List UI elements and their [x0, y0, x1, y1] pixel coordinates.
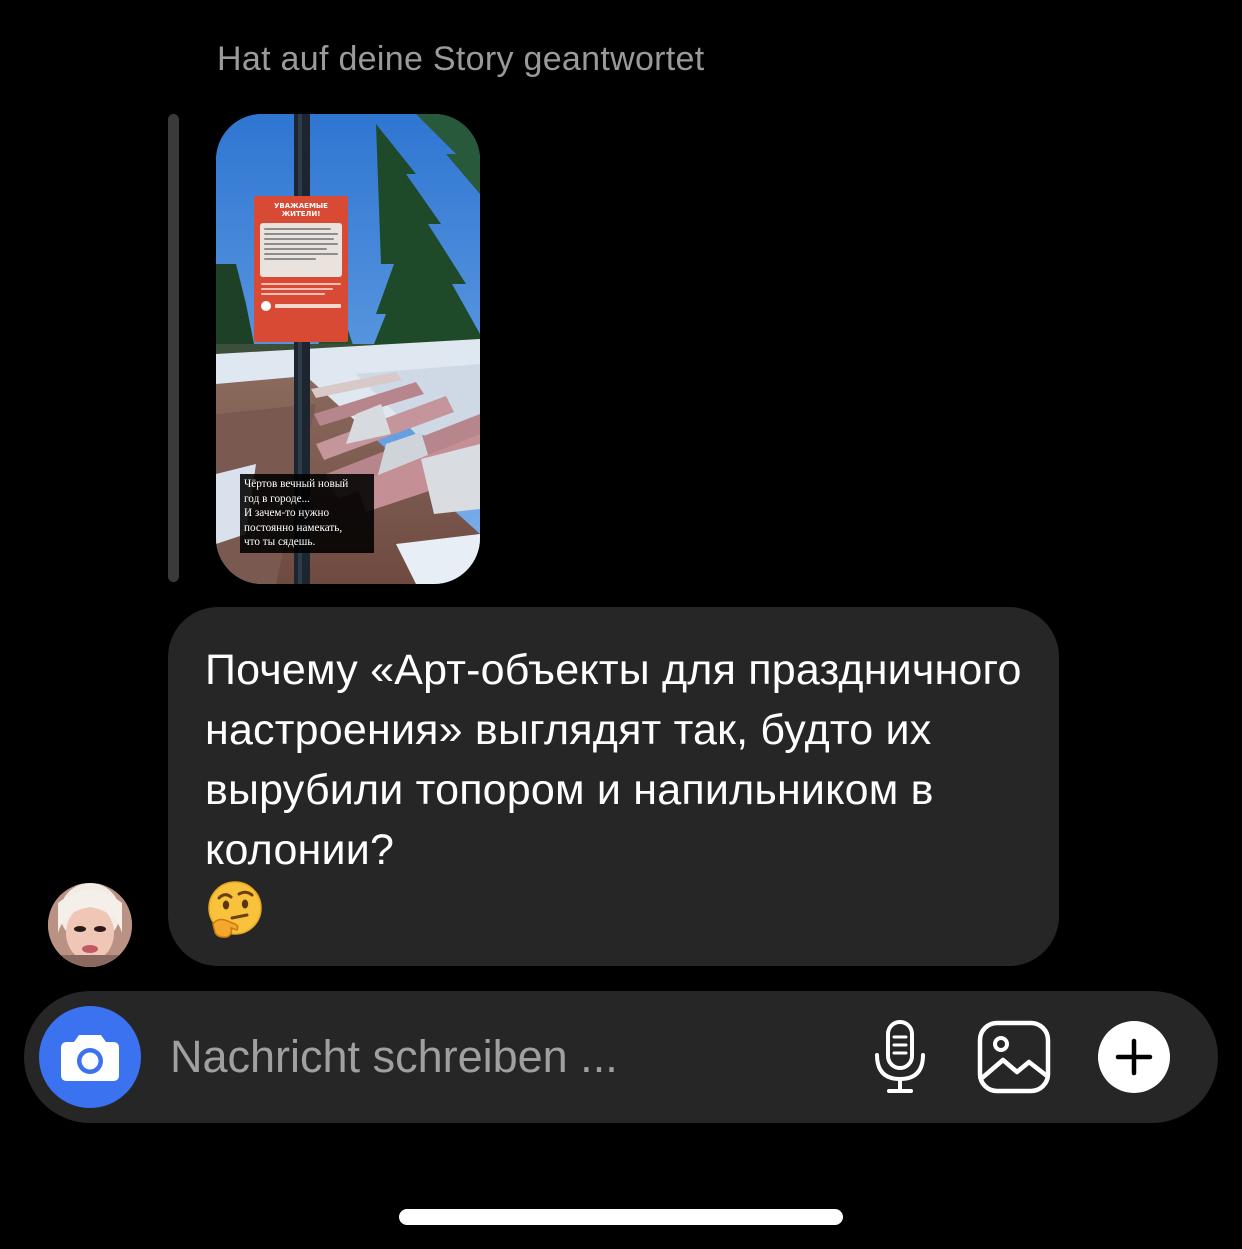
- story-sign-logo: [261, 301, 341, 311]
- gallery-button[interactable]: [976, 1019, 1052, 1095]
- dm-thread-screen: Hat auf deine Story geantwortet УВАЖАЕМЫ…: [0, 0, 1242, 1249]
- camera-icon: [61, 1035, 119, 1081]
- message-composer: [24, 991, 1218, 1123]
- story-sign-panel: [260, 223, 342, 277]
- camera-button[interactable]: [39, 1006, 141, 1108]
- reply-indicator-bar: [168, 114, 179, 582]
- message-bubble[interactable]: Почему «Арт-объекты для праздничного нас…: [168, 607, 1059, 966]
- story-thumbnail[interactable]: УВАЖАЕМЫЕ ЖИТЕЛИ! Чёртов вечный новый го…: [216, 114, 480, 584]
- avatar-image: [48, 883, 132, 967]
- story-caption: Чёртов вечный новый год в городе... И за…: [240, 474, 374, 553]
- plus-icon: [1115, 1038, 1153, 1076]
- story-sign: УВАЖАЕМЫЕ ЖИТЕЛИ!: [254, 196, 348, 342]
- thinking-face-icon: [208, 881, 262, 938]
- add-button[interactable]: [1098, 1021, 1170, 1093]
- microphone-icon: [875, 1020, 925, 1093]
- gallery-icon: [977, 1020, 1051, 1094]
- avatar[interactable]: [48, 883, 132, 967]
- microphone-button[interactable]: [870, 1017, 930, 1097]
- message-input[interactable]: [170, 1029, 820, 1085]
- story-reply-caption: Hat auf deine Story geantwortet: [217, 40, 705, 78]
- story-sign-footer: [261, 283, 341, 295]
- story-sign-title: УВАЖАЕМЫЕ ЖИТЕЛИ!: [274, 202, 328, 218]
- message-text: Почему «Арт-объекты для праздничного нас…: [205, 646, 1022, 874]
- home-indicator[interactable]: [399, 1209, 843, 1225]
